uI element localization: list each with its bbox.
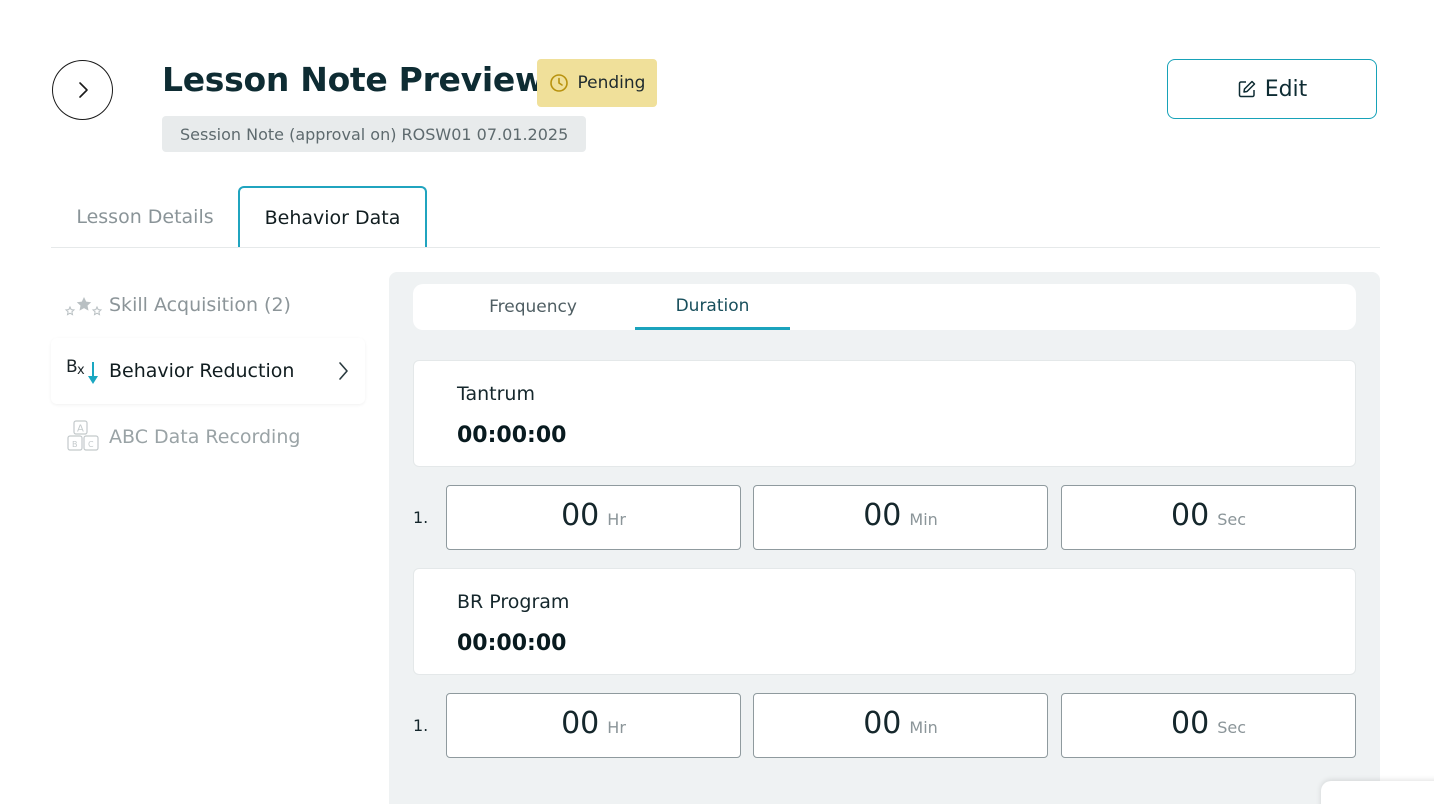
seconds-value: 00 [1171,498,1210,533]
edit-button[interactable]: Edit [1167,59,1377,119]
svg-text:x: x [77,363,85,378]
clock-icon [549,74,568,92]
stars-icon [59,285,109,325]
sidebar-item-abc-data-recording[interactable]: A B C ABC Data Recording [51,404,365,470]
back-button[interactable] [52,60,113,120]
hours-unit: Hr [607,510,626,529]
sidebar-item-label: Skill Acquisition (2) [109,294,291,316]
minutes-unit: Min [909,510,938,529]
sidebar-item-label: ABC Data Recording [109,426,301,448]
abc-blocks-icon: A B C [59,417,109,457]
seconds-input[interactable]: 00 Sec [1061,693,1356,758]
behavior-card: BR Program 00:00:00 [413,568,1356,675]
svg-text:B: B [66,357,78,377]
minutes-value: 00 [863,706,902,741]
behavior-total-duration: 00:00:00 [457,631,567,656]
status-badge: Pending [537,59,657,107]
svg-text:A: A [77,424,84,435]
session-subtitle: Session Note (approval on) ROSW01 07.01.… [162,116,587,152]
entry-index: 1. [413,716,429,735]
behavior-name: Tantrum [457,383,535,405]
status-label: Pending [577,73,646,93]
tabs-divider [51,247,1380,248]
seconds-unit: Sec [1217,510,1246,529]
chevron-right-icon [339,362,348,380]
entry-index: 1. [413,508,429,527]
tab-frequency[interactable]: Frequency [471,284,595,330]
minutes-input[interactable]: 00 Min [753,485,1048,550]
seconds-unit: Sec [1217,718,1246,737]
svg-text:C: C [88,440,94,449]
floating-widget[interactable] [1321,781,1434,804]
seconds-value: 00 [1171,706,1210,741]
hours-input[interactable]: 00 Hr [446,485,741,550]
chevron-right-icon [78,82,88,98]
behavior-name: BR Program [457,591,570,613]
minutes-unit: Min [909,718,938,737]
data-type-tabs: Frequency Duration [413,284,1356,330]
behavior-total-duration: 00:00:00 [457,423,567,448]
hours-unit: Hr [607,718,626,737]
sidebar-item-skill-acquisition[interactable]: Skill Acquisition (2) [51,272,365,338]
sidebar-item-behavior-reduction[interactable]: B x Behavior Reduction [51,338,365,404]
minutes-input[interactable]: 00 Min [753,693,1048,758]
hours-value: 00 [561,498,600,533]
tab-behavior-data[interactable]: Behavior Data [238,186,427,248]
tab-lesson-details[interactable]: Lesson Details [75,186,215,248]
behavior-reduction-icon: B x [59,351,109,391]
hours-value: 00 [561,706,600,741]
page-title: Lesson Note Preview [162,60,546,99]
sidebar-item-label: Behavior Reduction [109,360,295,382]
minutes-value: 00 [863,498,902,533]
hours-input[interactable]: 00 Hr [446,693,741,758]
edit-icon [1238,80,1255,98]
svg-text:B: B [72,440,78,449]
edit-button-label: Edit [1264,76,1308,102]
behavior-card: Tantrum 00:00:00 [413,360,1356,467]
seconds-input[interactable]: 00 Sec [1061,485,1356,550]
tab-duration[interactable]: Duration [635,284,790,330]
